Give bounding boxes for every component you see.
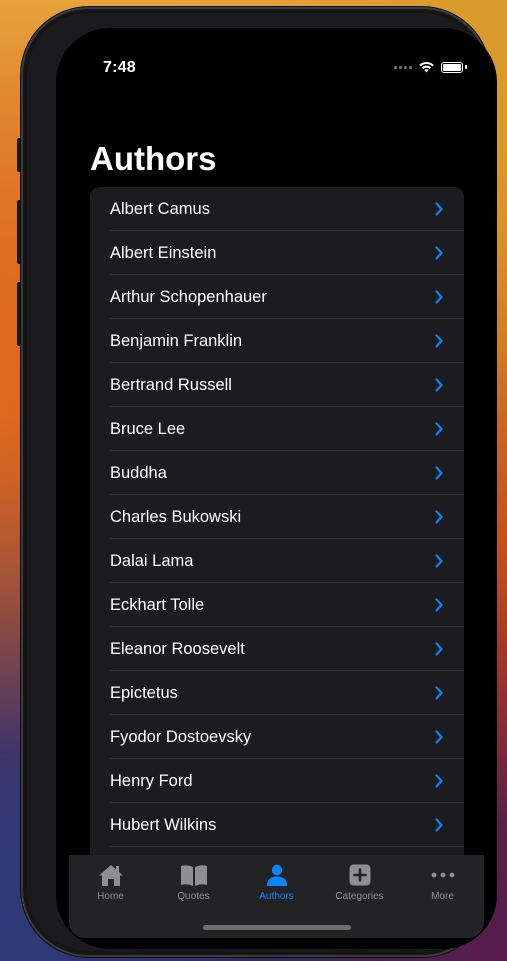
chevron-right-icon <box>435 290 443 304</box>
plus-square-icon <box>345 862 375 888</box>
author-name: Eleanor Roosevelt <box>110 639 245 658</box>
chevron-right-icon <box>435 422 443 436</box>
author-name: Epictetus <box>110 683 178 702</box>
tab-label: Authors <box>259 891 294 902</box>
person-icon <box>262 862 292 888</box>
tab-label: Home <box>97 891 124 902</box>
chevron-right-icon <box>435 510 443 524</box>
author-row[interactable]: Benjamin Franklin <box>90 319 464 363</box>
status-time: 7:48 <box>103 59 136 76</box>
chevron-right-icon <box>435 730 443 744</box>
battery-cap <box>465 65 467 69</box>
author-name: Arthur Schopenhauer <box>110 287 267 306</box>
author-name: Charles Bukowski <box>110 507 242 526</box>
author-row[interactable]: Dalai Lama <box>90 539 464 583</box>
author-row[interactable]: Arthur Schopenhauer <box>90 275 464 319</box>
author-name: Bruce Lee <box>110 419 186 438</box>
author-row[interactable]: Henry Ford <box>90 759 464 803</box>
author-row[interactable]: Albert Einstein <box>90 231 464 275</box>
phone-screen: 7:48 Authors Albert Camus Albert Einstein… <box>56 28 497 949</box>
phone-frame: 7:48 Authors Albert Camus Albert Einstein… <box>21 7 497 957</box>
author-row[interactable]: Bertrand Russell <box>90 363 464 407</box>
author-row[interactable]: Fyodor Dostoevsky <box>90 715 464 759</box>
chevron-right-icon <box>435 466 443 480</box>
home-indicator[interactable] <box>203 925 351 930</box>
author-name: Henry Ford <box>110 771 193 790</box>
chevron-right-icon <box>435 554 443 568</box>
author-name: Buddha <box>110 463 167 482</box>
author-name: Bertrand Russell <box>110 375 232 394</box>
tab-categories[interactable]: Categories <box>318 855 401 913</box>
tab-quotes[interactable]: Quotes <box>152 855 235 913</box>
tab-more[interactable]: More <box>401 855 484 913</box>
chevron-right-icon <box>435 642 443 656</box>
author-row[interactable]: Albert Camus <box>90 187 464 231</box>
chevron-right-icon <box>435 598 443 612</box>
house-icon <box>96 862 126 888</box>
tab-home[interactable]: Home <box>69 855 152 913</box>
status-icons <box>394 61 467 73</box>
author-row[interactable]: Eckhart Tolle <box>90 583 464 627</box>
author-row[interactable]: Bruce Lee <box>90 407 464 451</box>
author-name: Dalai Lama <box>110 551 194 570</box>
author-name: Eckhart Tolle <box>110 595 205 614</box>
chevron-right-icon <box>435 202 443 216</box>
page-title: Authors <box>90 140 217 177</box>
author-name: Albert Camus <box>110 199 210 218</box>
battery-icon <box>441 61 463 73</box>
chevron-right-icon <box>435 378 443 392</box>
author-row[interactable]: Hubert Wilkins <box>90 803 464 847</box>
author-name: Hubert Wilkins <box>110 815 217 834</box>
author-row[interactable]: Charles Bukowski <box>90 495 464 539</box>
author-name: Albert Einstein <box>110 243 217 262</box>
author-row[interactable]: Eleanor Roosevelt <box>90 627 464 671</box>
tab-authors[interactable]: Authors <box>235 855 318 913</box>
author-row[interactable]: Epictetus <box>90 671 464 715</box>
chevron-right-icon <box>435 246 443 260</box>
tab-label: More <box>431 891 454 902</box>
wifi-icon <box>419 61 434 73</box>
tab-label: Categories <box>335 891 384 902</box>
cellular-signal-icon <box>394 65 412 69</box>
chevron-right-icon <box>435 686 443 700</box>
chevron-right-icon <box>435 774 443 788</box>
author-row[interactable]: Buddha <box>90 451 464 495</box>
tab-label: Quotes <box>177 891 210 902</box>
chevron-right-icon <box>435 334 443 348</box>
ellipsis-icon <box>428 862 458 888</box>
book-icon <box>179 862 209 888</box>
author-name: Benjamin Franklin <box>110 331 243 350</box>
authors-list[interactable]: Albert Camus Albert Einstein Arthur Schope… <box>90 187 464 863</box>
author-name: Fyodor Dostoevsky <box>110 727 252 746</box>
chevron-right-icon <box>435 818 443 832</box>
